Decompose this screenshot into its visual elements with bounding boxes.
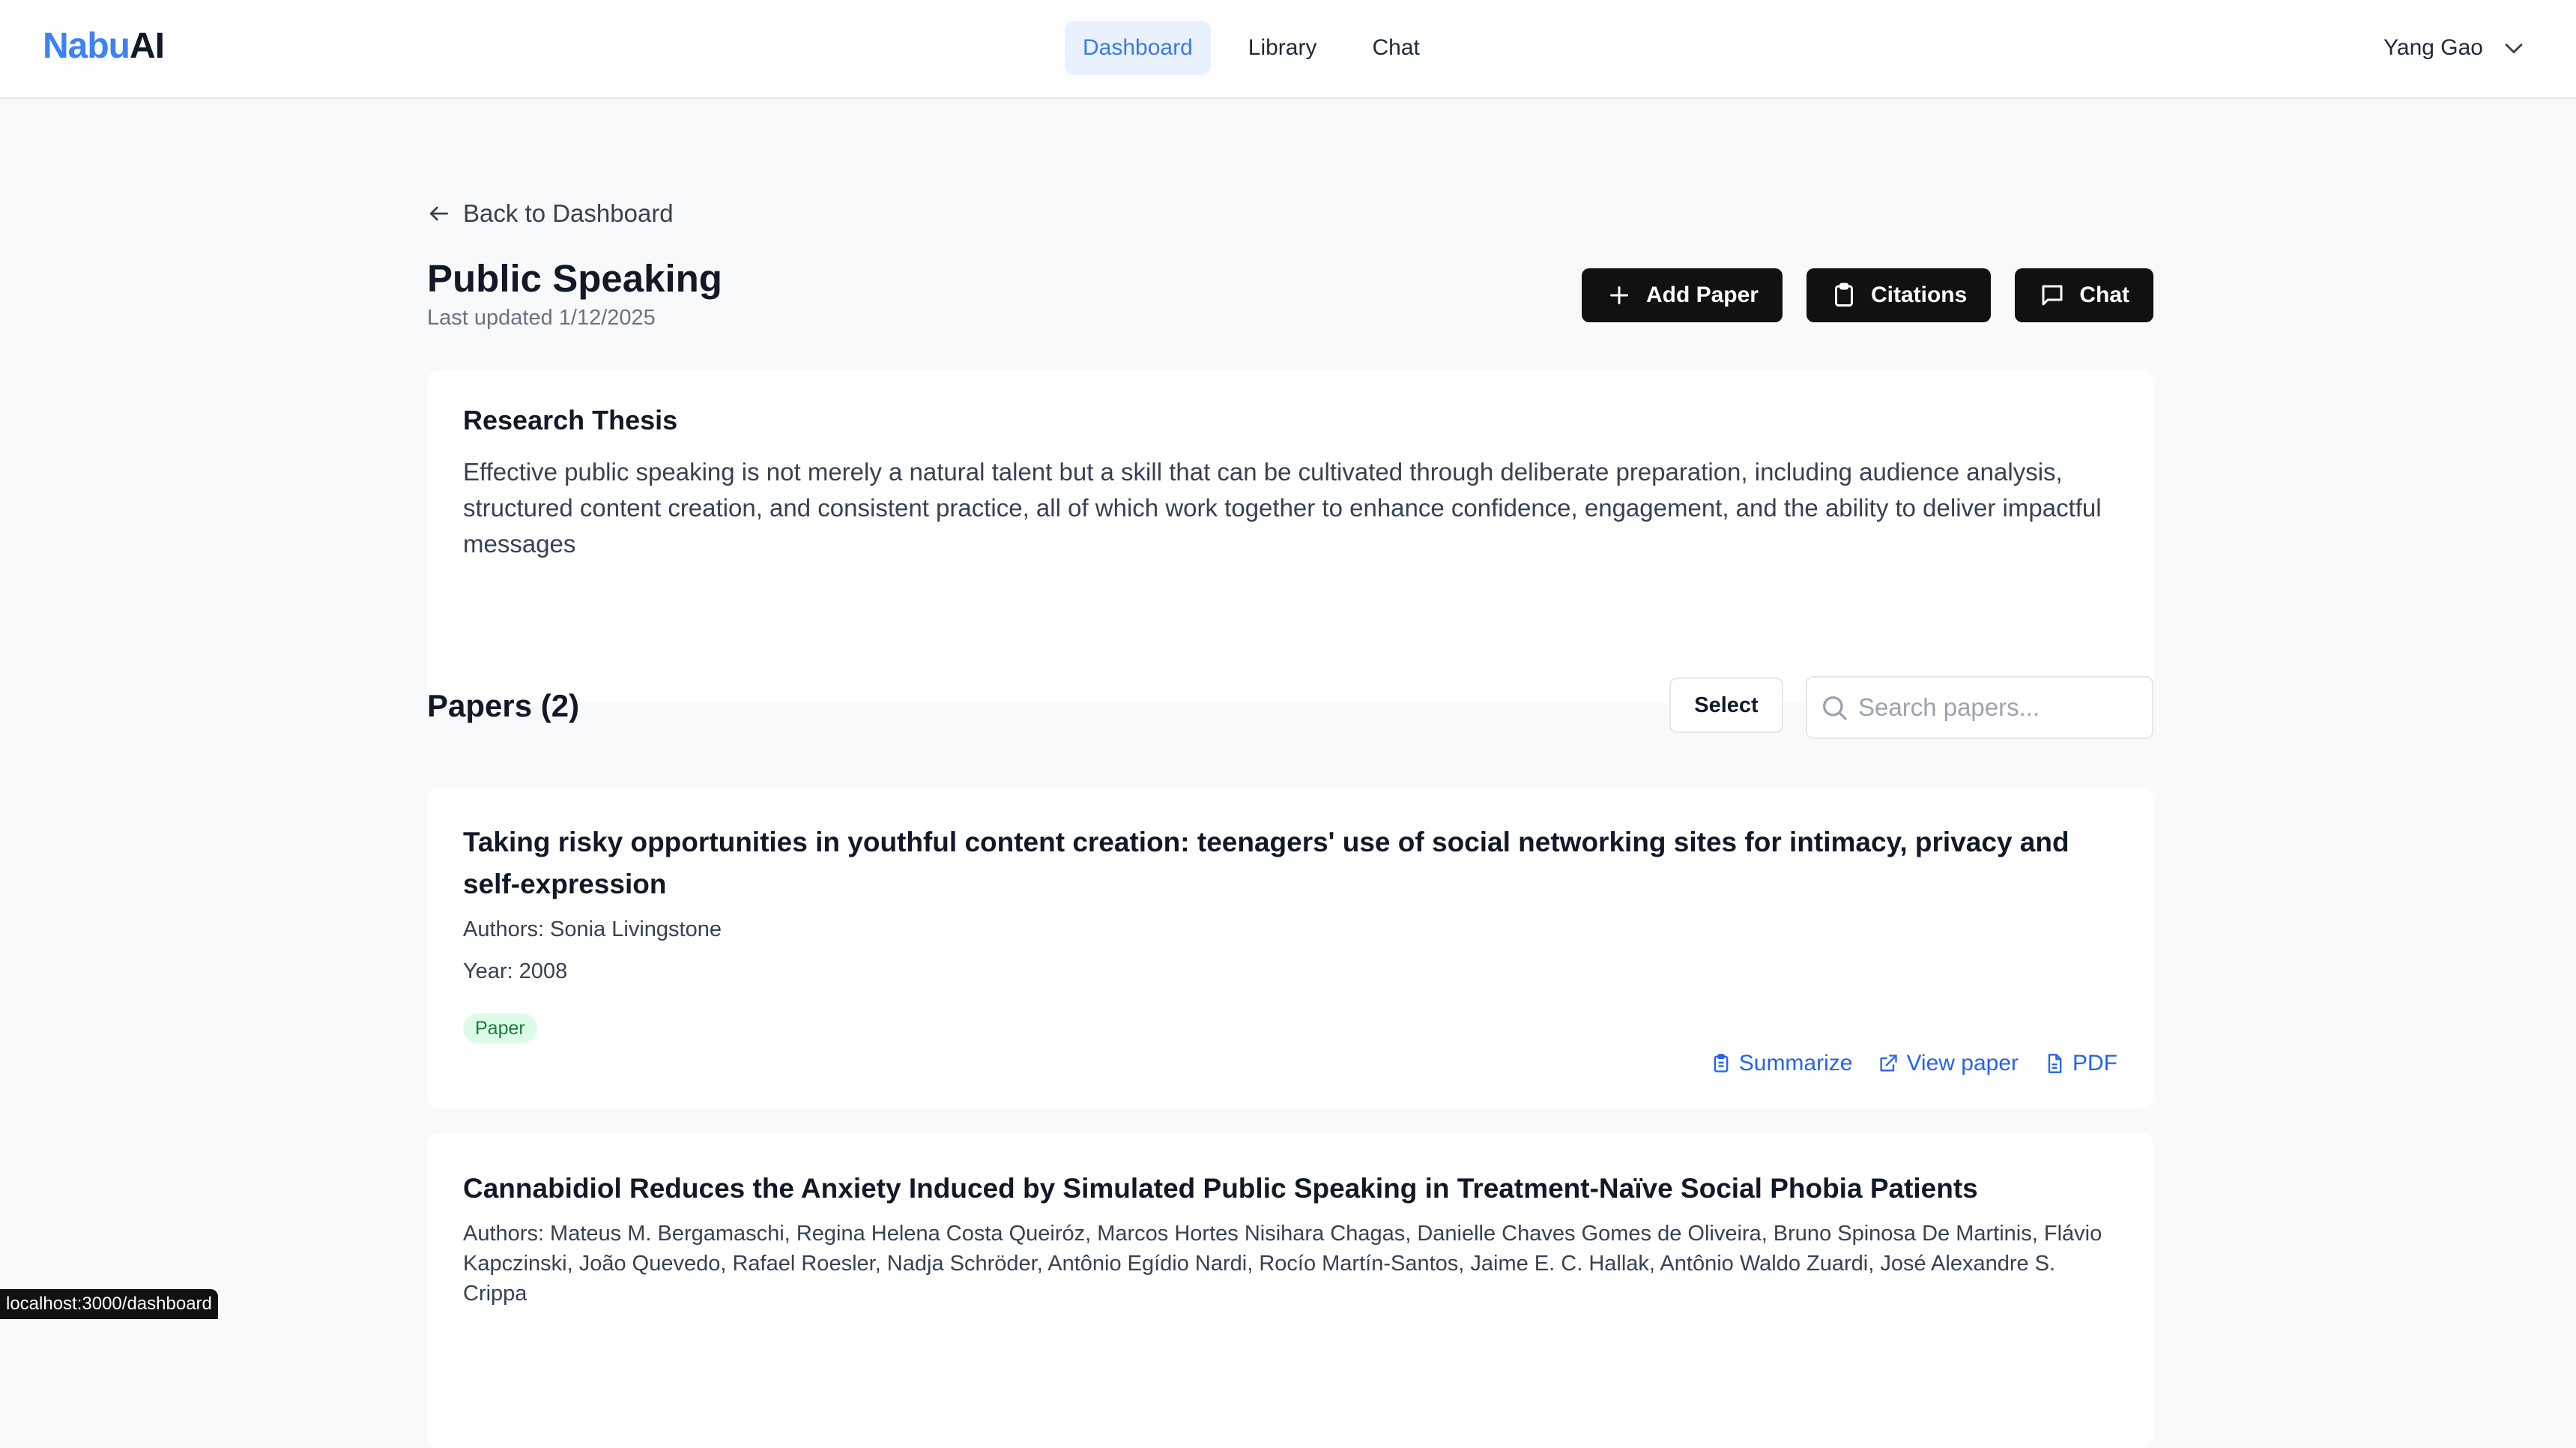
page-actions: Add Paper Citations Chat [1581,268,2153,322]
chevron-down-icon [2505,43,2523,54]
pdf-link[interactable]: PDF [2044,1051,2117,1076]
paper-title[interactable]: Cannabidiol Reduces the Anxiety Induced … [463,1168,2117,1210]
nav-dashboard[interactable]: Dashboard [1065,21,1211,75]
summarize-link[interactable]: Summarize [1711,1051,1853,1076]
papers-heading: Papers (2) [427,688,580,723]
paper-actions: Summarize View paper PDF [1711,1051,2117,1076]
clipboard-icon [1714,1054,1729,1073]
paper-type-badge: Paper [463,1013,537,1043]
last-updated: Last updated 1/12/2025 [427,306,656,330]
thesis-heading: Research Thesis [463,405,678,435]
file-icon [2048,1054,2062,1073]
back-label: Back to Dashboard [463,199,674,227]
nav-library[interactable]: Library [1230,21,1335,75]
chat-label: Chat [2079,283,2129,307]
view-paper-label: View paper [1906,1051,2019,1076]
paper-card: Cannabidiol Reduces the Anxiety Induced … [427,1133,2153,1448]
paper-card: Taking risky opportunities in youthful c… [427,787,2153,1109]
back-to-dashboard-link[interactable]: Back to Dashboard [427,195,674,232]
search-icon [1823,696,1847,720]
chat-button[interactable]: Chat [2015,268,2153,322]
top-navbar: NabuAI Dashboard Library Chat Yang Gao [0,0,2576,99]
browser-status-url: localhost:3000/dashboard [0,1289,218,1319]
summarize-label: Summarize [1738,1051,1853,1076]
paper-authors: Authors: Mateus M. Bergamaschi, Regina H… [463,1222,2102,1306]
app-logo[interactable]: NabuAI [43,25,165,67]
paper-authors: Authors: Sonia Livingstone [463,917,722,941]
external-link-icon [1880,1055,1898,1072]
paper-title[interactable]: Taking risky opportunities in youthful c… [463,821,2117,905]
select-button[interactable]: Select [1669,678,1783,733]
message-square-icon [2042,285,2063,306]
view-paper-link[interactable]: View paper [1878,1051,2019,1076]
search-box[interactable] [1806,676,2153,739]
papers-header: Papers (2) Select [427,676,2153,739]
user-name: Yang Gao [2383,35,2483,60]
page-title: Public Speaking [427,257,722,300]
thesis-text: Effective public speaking is not merely … [463,458,2102,558]
citations-button[interactable]: Citations [1806,268,1992,322]
citations-label: Citations [1870,283,1968,307]
paper-year: Year: 2008 [463,959,568,983]
research-thesis-card: Research Thesis Effective public speakin… [427,370,2153,703]
logo-part-1: Nabu [43,26,130,66]
main-nav: Dashboard Library Chat [1065,21,1438,75]
add-paper-button[interactable]: Add Paper [1581,268,1783,322]
pdf-label: PDF [2072,1051,2117,1076]
clipboard-icon [1834,283,1853,307]
nav-chat[interactable]: Chat [1354,21,1437,75]
plus-icon [1609,286,1628,304]
search-input[interactable] [1858,693,2143,722]
add-paper-label: Add Paper [1645,283,1759,307]
arrow-left-icon [430,206,448,221]
user-menu[interactable]: Yang Gao [2383,25,2527,70]
logo-part-2: AI [130,26,165,66]
